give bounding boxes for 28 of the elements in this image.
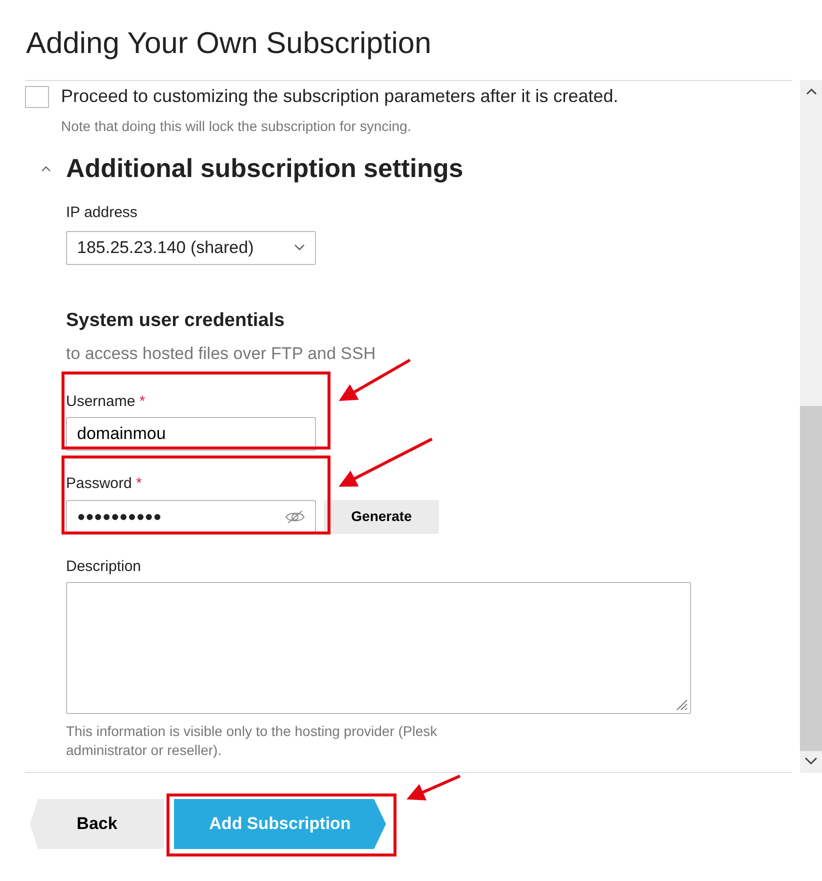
username-field[interactable]: domainmou	[66, 417, 316, 451]
section-title: Additional subscription settings	[66, 152, 464, 185]
ip-address-select[interactable]: 185.25.23.140 (shared)	[66, 230, 316, 264]
resize-handle-icon	[674, 697, 688, 711]
field-label: Password	[66, 475, 132, 492]
page-title: Adding Your Own Subscription	[25, 26, 432, 62]
arrow	[406, 774, 461, 800]
caret-icon	[294, 244, 305, 251]
subsection-title: System user credentials	[66, 308, 286, 332]
scroll-up-icon[interactable]	[806, 88, 816, 94]
description-note: This information is visible only to the hosting provider (Plesk administrator or reseller).	[66, 722, 438, 760]
chevron-up-icon[interactable]	[40, 166, 50, 172]
password-field[interactable]: ●●●●●●●●●●	[66, 500, 316, 534]
generate-button[interactable]: Generate	[324, 500, 439, 534]
field-label: Username	[66, 392, 136, 410]
scrollbar-thumb[interactable]	[800, 406, 822, 751]
checkbox[interactable]	[25, 86, 49, 108]
scroll-down-icon[interactable]	[804, 757, 818, 765]
field-label: IP address	[66, 203, 138, 223]
description-field[interactable]	[66, 582, 691, 714]
eye-slash-icon[interactable]	[285, 510, 305, 524]
field-label: Description	[66, 556, 142, 576]
subsection-subtitle: to access hosted files over FTP and SSH	[66, 343, 377, 365]
back-button[interactable]: Back	[30, 799, 164, 849]
checkbox-label: Proceed to customizing the subscription parameters after it is created.	[61, 85, 618, 108]
checkbox-note: Note that doing this will lock the subscription for syncing.	[61, 117, 412, 136]
required-mark: *	[139, 392, 146, 410]
required-mark: *	[136, 475, 142, 492]
